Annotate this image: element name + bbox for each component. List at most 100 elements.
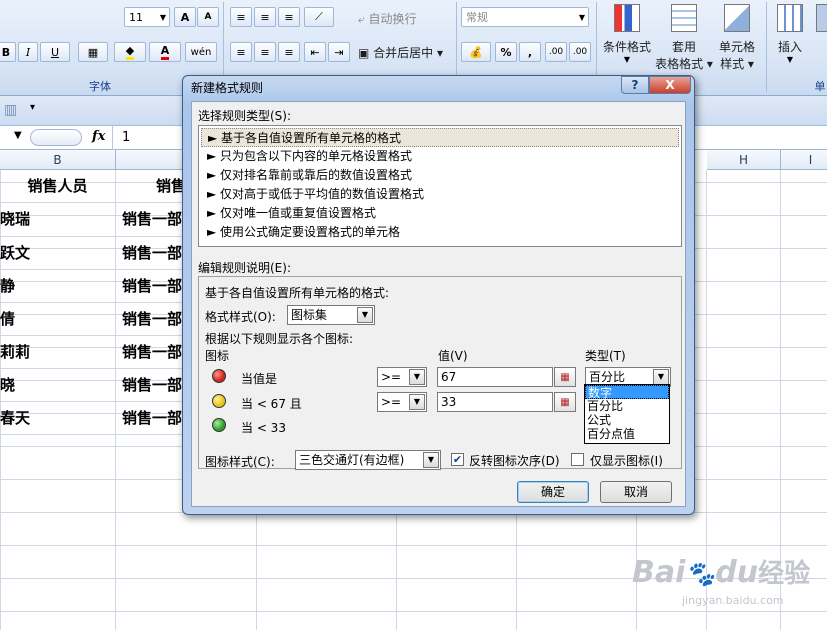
icon-column-header: 图标	[205, 349, 230, 363]
align-bottom-button[interactable]: ≡	[278, 7, 300, 27]
border-button[interactable]: ▦	[78, 42, 108, 62]
type-option-number[interactable]: 数字	[585, 385, 669, 400]
align-top-button[interactable]: ≡	[230, 7, 252, 27]
operator-combo[interactable]: >= ▼	[377, 367, 427, 387]
rule-type-item[interactable]: ► 仅对排名靠前或靠后的数值设置格式	[201, 166, 679, 185]
fill-color-button[interactable]: ◆	[114, 42, 146, 62]
name-cell[interactable]: 晓	[0, 369, 116, 402]
rule-type-item[interactable]: ► 基于各自值设置所有单元格的格式	[201, 128, 679, 147]
icon-style-combo[interactable]: 三色交通灯(有边框) ▼	[295, 450, 441, 470]
decrease-decimal-button[interactable]: .00	[569, 42, 591, 62]
icon-only-checkbox[interactable]	[571, 453, 584, 466]
name-cell[interactable]: 晓瑞	[0, 203, 116, 237]
cells-group-label: 单	[814, 80, 826, 93]
watermark-cn: 经验	[758, 559, 811, 589]
type-dropdown-list[interactable]: 数字 百分比 公式 百分点值	[584, 384, 670, 444]
value-input[interactable]: 67	[437, 367, 553, 387]
close-button[interactable]: X	[649, 76, 691, 94]
align-left-button[interactable]: ≡	[230, 42, 252, 62]
conditional-format-button[interactable]: 条件格式 ▼	[600, 2, 654, 68]
name-cell[interactable]: 倩	[0, 303, 116, 336]
bold-button[interactable]: B	[0, 42, 16, 62]
font-shrink-button[interactable]: A	[197, 7, 219, 27]
icon-style-label: 图标样式(C):	[205, 455, 275, 469]
align-middle-button[interactable]: ≡	[254, 7, 276, 27]
font-size-dropdown[interactable]: 11 ▼	[124, 7, 170, 27]
operator-combo[interactable]: >= ▼	[377, 392, 427, 412]
merge-center-label: 合并后居中	[373, 46, 434, 60]
merge-center-button[interactable]: ▣ 合并后居中 ▾	[358, 44, 443, 61]
fx-button[interactable]: fx	[92, 129, 105, 144]
name-box-dropdown[interactable]: ▼	[14, 130, 22, 141]
ok-button[interactable]: 确定	[517, 481, 589, 503]
decrease-indent-button[interactable]: ⇤	[304, 42, 326, 62]
type-option-percent[interactable]: 百分比	[585, 399, 669, 413]
type-option-formula[interactable]: 公式	[585, 413, 669, 427]
name-cell[interactable]: 跃文	[0, 237, 116, 270]
type-option-percentile[interactable]: 百分点值	[585, 427, 669, 441]
watermark-du: du	[715, 555, 759, 590]
watermark-url: jingyan.baidu.com	[682, 594, 784, 607]
wrap-text-button[interactable]: ⤶ 自动换行	[358, 10, 417, 27]
border-icon: ▦	[87, 45, 99, 59]
increase-indent-button[interactable]: ⇥	[328, 42, 350, 62]
customize-qat-icon[interactable]: ▾	[30, 102, 35, 113]
value-column-header: 值(V)	[438, 349, 468, 363]
desc-title: 基于各自值设置所有单元格的格式:	[205, 286, 390, 300]
chevron-down-icon: ▼	[409, 394, 425, 410]
apply-table-button[interactable]: 套用 表格格式 ▾	[655, 2, 713, 71]
italic-button[interactable]: I	[18, 42, 38, 62]
column-header-i[interactable]: I	[781, 150, 827, 170]
insert-label: 插入	[777, 40, 802, 54]
format-style-combo[interactable]: 图标集 ▼	[287, 305, 375, 325]
chart-icon[interactable]: ▥	[4, 102, 17, 118]
zoom-handle[interactable]	[30, 129, 82, 146]
red-light-icon[interactable]	[212, 369, 226, 383]
cell-style-icon	[724, 4, 750, 32]
font-color-button[interactable]: A	[149, 42, 181, 62]
reverse-order-checkbox[interactable]: ✔	[451, 453, 464, 466]
name-cell[interactable]: 静	[0, 270, 116, 303]
paw-icon: 🐾	[685, 560, 716, 588]
percent-button[interactable]: %	[495, 42, 517, 62]
chevron-down-icon: ▼	[159, 12, 166, 22]
name-cell[interactable]: 春天	[0, 402, 116, 435]
yellow-light-icon[interactable]	[212, 394, 226, 408]
rule-type-list[interactable]: ► 基于各自值设置所有单元格的格式 ► 只为包含以下内容的单元格设置格式 ► 仅…	[198, 125, 682, 247]
column-header-b[interactable]: B	[0, 150, 116, 170]
phonetic-button[interactable]: wén	[185, 42, 217, 62]
insert-button[interactable]: 插入 ▼	[770, 2, 810, 68]
column-header-h[interactable]: H	[707, 150, 781, 170]
name-cell[interactable]: 莉莉	[0, 336, 116, 369]
green-light-icon[interactable]	[212, 418, 226, 432]
align-right-button[interactable]: ≡	[278, 42, 300, 62]
chevron-down-icon: ▼	[409, 369, 425, 385]
help-button[interactable]: ?	[621, 76, 649, 94]
paint-bucket-icon: ◆	[125, 44, 135, 60]
formula-input[interactable]: 1	[122, 130, 130, 145]
increase-decimal-button[interactable]: .00	[545, 42, 567, 62]
range-picker-button[interactable]: ▦	[554, 367, 576, 387]
range-picker-button[interactable]: ▦	[554, 392, 576, 412]
cell-style-button[interactable]: 单元格 样式 ▾	[714, 2, 760, 71]
dialog-title: 新建格式规则	[191, 81, 264, 95]
formula-divider	[112, 126, 113, 150]
rule-row-label: 当值是	[241, 372, 278, 386]
merge-icon: ▣	[358, 46, 374, 60]
rule-type-item[interactable]: ► 仅对高于或低于平均值的数值设置格式	[201, 185, 679, 204]
orientation-button[interactable]: ⟋	[304, 7, 334, 27]
delete-button[interactable]	[812, 2, 827, 68]
number-format-dropdown[interactable]: 常规 ▼	[461, 7, 589, 27]
underline-button[interactable]: U	[40, 42, 70, 62]
rule-type-item[interactable]: ► 仅对唯一值或重复值设置格式	[201, 204, 679, 223]
cell-header-b[interactable]: 销售人员	[0, 170, 116, 203]
wrap-text-label: 自动换行	[368, 12, 417, 26]
comma-button[interactable]: ,	[519, 42, 541, 62]
accounting-button[interactable]: 💰	[461, 42, 491, 62]
font-grow-button[interactable]: A	[174, 7, 196, 27]
rule-type-item[interactable]: ► 使用公式确定要设置格式的单元格	[201, 223, 679, 242]
rule-type-item[interactable]: ► 只为包含以下内容的单元格设置格式	[201, 147, 679, 166]
cancel-button[interactable]: 取消	[600, 481, 672, 503]
align-center-button[interactable]: ≡	[254, 42, 276, 62]
value-input[interactable]: 33	[437, 392, 553, 412]
